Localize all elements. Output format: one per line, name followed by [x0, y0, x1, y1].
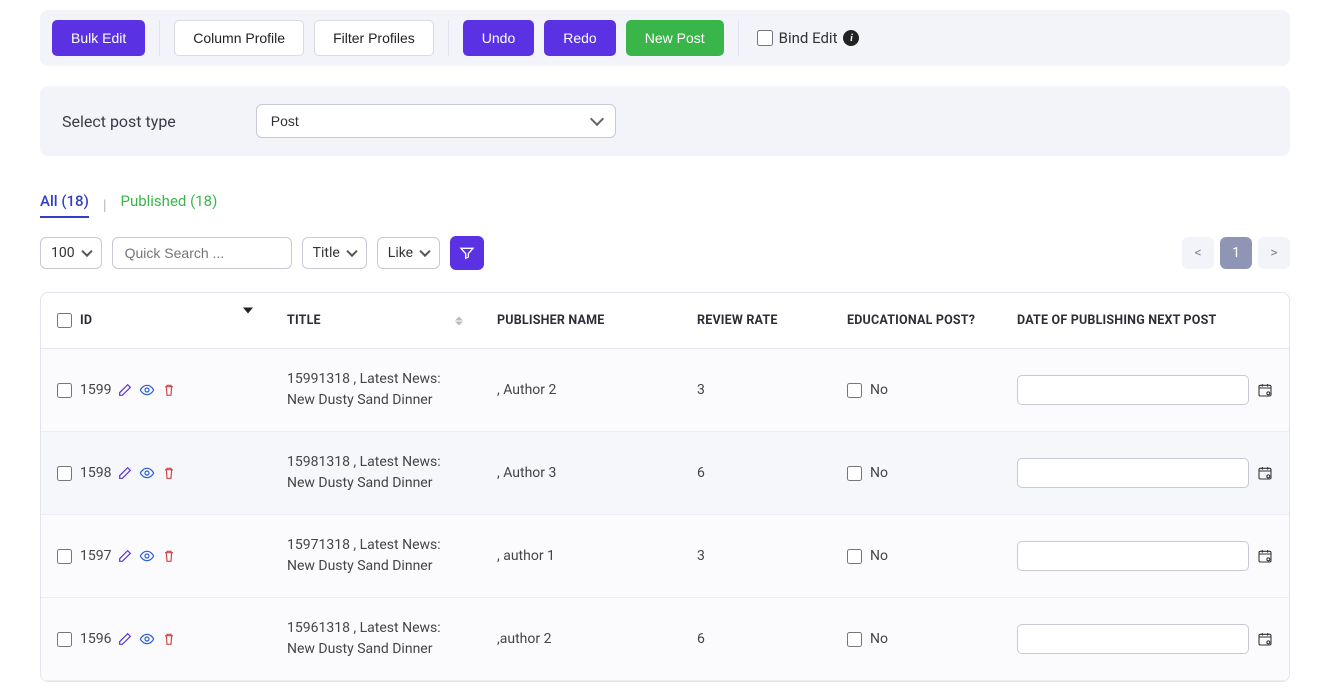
select-all-checkbox[interactable]	[57, 313, 72, 328]
col-rate-header[interactable]: REVIEW RATE	[681, 293, 831, 349]
row-checkbox[interactable]	[57, 383, 72, 398]
redo-button[interactable]: Redo	[544, 20, 615, 56]
calendar-icon[interactable]	[1257, 465, 1273, 481]
view-icon[interactable]	[139, 548, 155, 564]
row-title: 15981318 , Latest News: New Dusty Sand D…	[287, 452, 465, 494]
edu-checkbox[interactable]	[847, 549, 862, 564]
col-date-header[interactable]: DATE OF PUBLISHING NEXT POST	[1001, 293, 1289, 349]
filter-row: 100 Title Like < 1 >	[40, 236, 1290, 270]
info-icon[interactable]: i	[843, 30, 859, 46]
status-tabs: All (18) | Published (18)	[40, 192, 1290, 218]
edit-icon[interactable]	[117, 382, 133, 398]
date-input[interactable]	[1017, 458, 1249, 488]
edu-checkbox[interactable]	[847, 466, 862, 481]
view-icon[interactable]	[139, 465, 155, 481]
date-input[interactable]	[1017, 541, 1249, 571]
post-type-label: Select post type	[62, 112, 176, 131]
table-row: 1596 15961318 , Latest News: New Dusty S…	[41, 598, 1289, 681]
new-post-button[interactable]: New Post	[626, 20, 724, 56]
post-type-bar: Select post type Post	[40, 86, 1290, 156]
date-input[interactable]	[1017, 375, 1249, 405]
row-id: 1598	[80, 465, 111, 481]
delete-icon[interactable]	[161, 382, 177, 398]
search-op-select[interactable]: Like	[377, 237, 440, 269]
filter-profiles-button[interactable]: Filter Profiles	[314, 20, 434, 56]
column-profile-button[interactable]: Column Profile	[174, 20, 304, 56]
col-id-header[interactable]: ID	[41, 293, 271, 349]
row-id: 1599	[80, 382, 111, 398]
edu-label: No	[870, 465, 888, 481]
row-id: 1597	[80, 548, 111, 564]
row-title: 15961318 , Latest News: New Dusty Sand D…	[287, 618, 465, 660]
edu-checkbox[interactable]	[847, 383, 862, 398]
sort-updown-icon	[455, 316, 463, 325]
filter-icon	[459, 245, 475, 261]
bind-edit-checkbox[interactable]	[757, 30, 773, 46]
edit-icon[interactable]	[117, 631, 133, 647]
tab-published[interactable]: Published (18)	[120, 192, 217, 218]
row-checkbox[interactable]	[57, 632, 72, 647]
page-next[interactable]: >	[1258, 237, 1290, 269]
page-size-value: 100	[51, 245, 75, 261]
row-publisher: ,author 2	[481, 598, 681, 681]
undo-button[interactable]: Undo	[463, 20, 534, 56]
row-checkbox[interactable]	[57, 466, 72, 481]
page-prev[interactable]: <	[1182, 237, 1214, 269]
calendar-icon[interactable]	[1257, 631, 1273, 647]
row-rate: 6	[681, 598, 831, 681]
table-row: 1598 15981318 , Latest News: New Dusty S…	[41, 432, 1289, 515]
row-title: 15971318 , Latest News: New Dusty Sand D…	[287, 535, 465, 577]
row-rate: 3	[681, 515, 831, 598]
quick-search-input[interactable]	[112, 237, 292, 269]
edu-label: No	[870, 631, 888, 647]
bind-edit-label: Bind Edit	[779, 29, 838, 47]
table-row: 1599 15991318 , Latest News: New Dusty S…	[41, 349, 1289, 432]
col-id-label: ID	[80, 313, 92, 328]
col-title-header[interactable]: TITLE	[271, 293, 481, 349]
edit-icon[interactable]	[117, 548, 133, 564]
post-type-select[interactable]: Post	[256, 104, 616, 138]
delete-icon[interactable]	[161, 465, 177, 481]
row-rate: 6	[681, 432, 831, 515]
calendar-icon[interactable]	[1257, 548, 1273, 564]
edu-label: No	[870, 382, 888, 398]
row-publisher: , author 1	[481, 515, 681, 598]
date-input[interactable]	[1017, 624, 1249, 654]
edu-label: No	[870, 548, 888, 564]
edit-icon[interactable]	[117, 465, 133, 481]
col-publisher-header[interactable]: PUBLISHER NAME	[481, 293, 681, 349]
bulk-edit-button[interactable]: Bulk Edit	[52, 20, 145, 56]
row-id: 1596	[80, 631, 111, 647]
edu-checkbox[interactable]	[847, 632, 862, 647]
col-edu-header[interactable]: EDUCATIONAL POST?	[831, 293, 1001, 349]
calendar-icon[interactable]	[1257, 382, 1273, 398]
search-field-select[interactable]: Title	[302, 237, 367, 269]
row-title: 15991318 , Latest News: New Dusty Sand D…	[287, 369, 465, 411]
view-icon[interactable]	[139, 631, 155, 647]
row-publisher: , Author 2	[481, 349, 681, 432]
page-size-select[interactable]: 100	[40, 237, 102, 269]
page-current[interactable]: 1	[1220, 237, 1252, 269]
pagination: < 1 >	[1182, 237, 1290, 269]
sort-down-icon	[243, 307, 253, 328]
tab-all[interactable]: All (18)	[40, 192, 89, 218]
search-field-value: Title	[313, 245, 340, 261]
filter-button[interactable]	[450, 236, 484, 270]
search-op-value: Like	[388, 245, 413, 261]
row-publisher: , Author 3	[481, 432, 681, 515]
col-title-label: TITLE	[287, 313, 321, 328]
toolbar: Bulk Edit Column Profile Filter Profiles…	[40, 10, 1290, 66]
view-icon[interactable]	[139, 382, 155, 398]
delete-icon[interactable]	[161, 631, 177, 647]
delete-icon[interactable]	[161, 548, 177, 564]
posts-table: ID TITLE PUBLISHER NAME REVIEW RATE EDUC…	[40, 292, 1290, 682]
row-checkbox[interactable]	[57, 549, 72, 564]
table-row: 1597 15971318 , Latest News: New Dusty S…	[41, 515, 1289, 598]
row-rate: 3	[681, 349, 831, 432]
tab-separator: |	[103, 196, 107, 214]
